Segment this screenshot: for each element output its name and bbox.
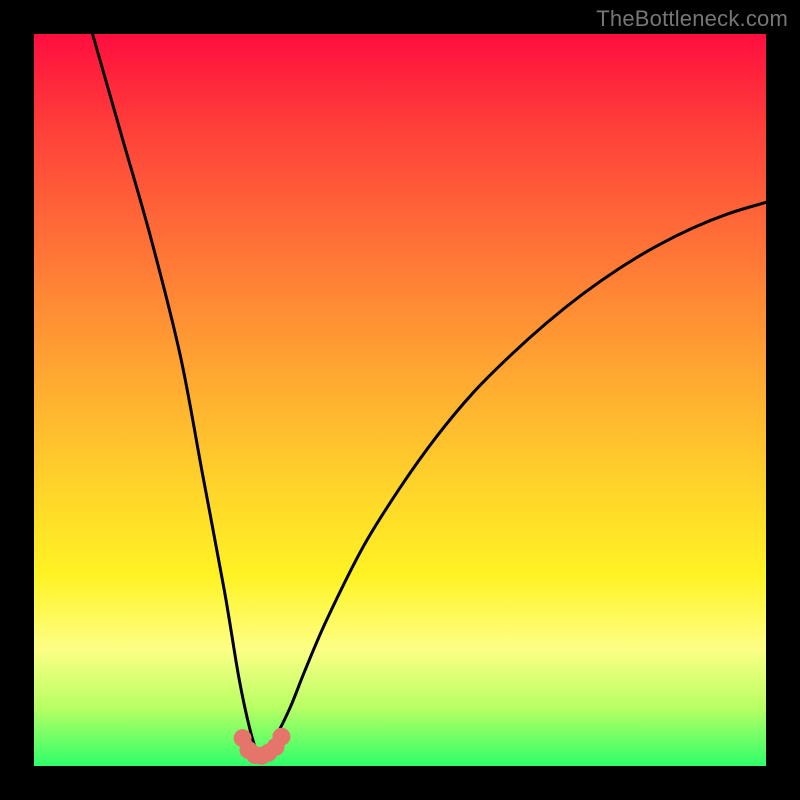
chart-frame: TheBottleneck.com <box>0 0 800 800</box>
bottleneck-curve <box>93 34 766 754</box>
watermark-text: TheBottleneck.com <box>596 6 788 32</box>
chart-svg <box>34 34 766 766</box>
curve-marker-group <box>234 728 291 765</box>
curve-marker <box>272 728 290 746</box>
